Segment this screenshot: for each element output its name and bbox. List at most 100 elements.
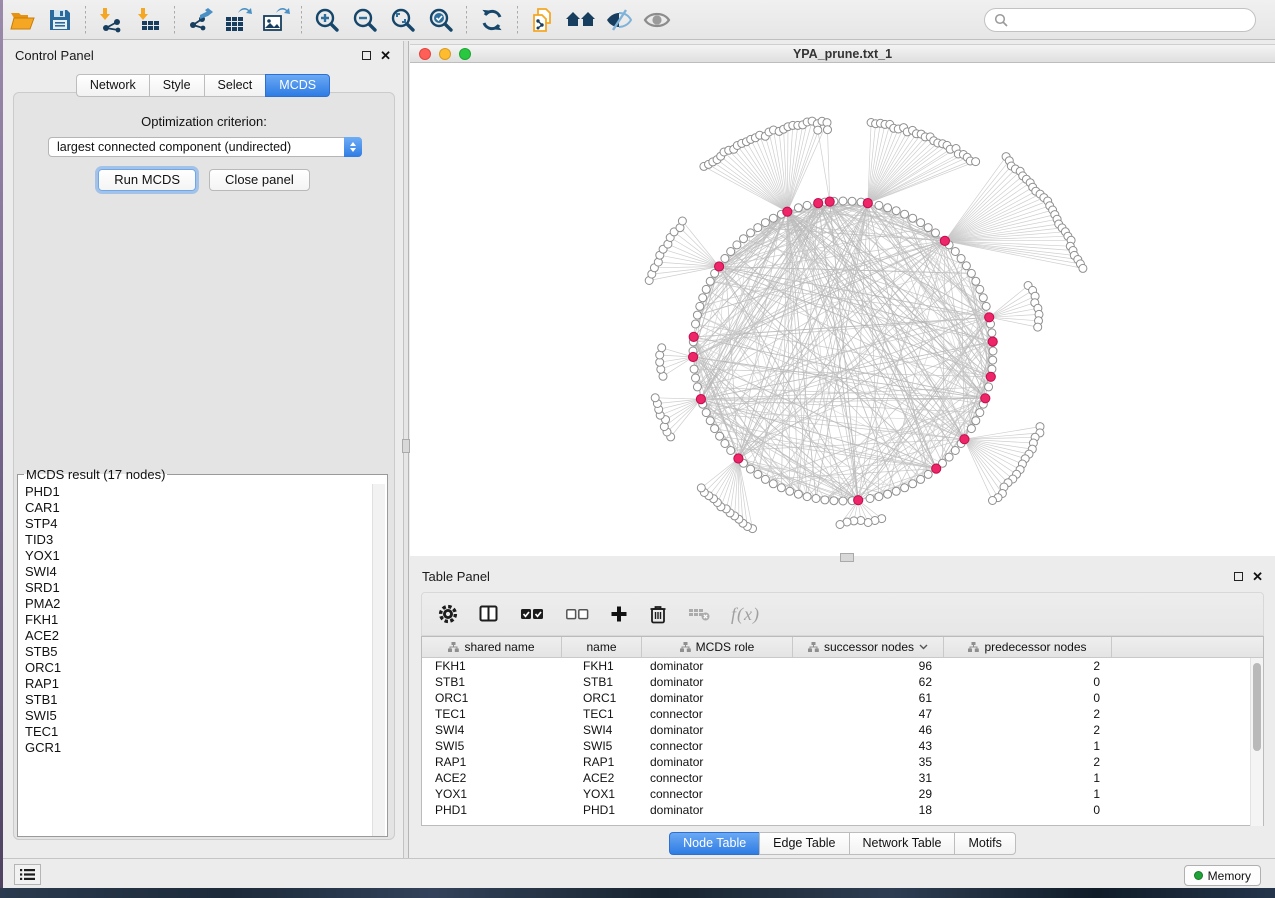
- task-history-button[interactable]: [14, 864, 41, 885]
- tab-edge-table[interactable]: Edge Table: [759, 832, 848, 855]
- table-cell[interactable]: 61: [793, 691, 944, 705]
- memory-button[interactable]: Memory: [1184, 865, 1261, 886]
- table-cell[interactable]: connector: [642, 771, 793, 785]
- vertical-splitter-handle[interactable]: [402, 439, 410, 453]
- import-network-icon[interactable]: [92, 4, 130, 36]
- result-node-item[interactable]: GCR1: [25, 740, 387, 756]
- vertical-splitter[interactable]: [403, 41, 409, 858]
- show-columns-icon[interactable]: [479, 605, 499, 623]
- table-cell[interactable]: dominator: [642, 803, 793, 817]
- table-cell[interactable]: 0: [944, 803, 1112, 817]
- table-cell[interactable]: ACE2: [422, 771, 562, 785]
- table-cell[interactable]: 1: [944, 739, 1112, 753]
- select-all-columns-icon[interactable]: [520, 608, 544, 620]
- add-column-icon[interactable]: [610, 605, 628, 623]
- table-cell[interactable]: 18: [793, 803, 944, 817]
- horizontal-splitter[interactable]: [410, 556, 1275, 563]
- first-neighbors-icon[interactable]: [562, 4, 600, 36]
- table-row[interactable]: FKH1FKH1dominator962: [422, 658, 1263, 674]
- table-cell[interactable]: ORC1: [422, 691, 562, 705]
- table-scrollbar[interactable]: [1250, 658, 1263, 826]
- column-header-shared-name[interactable]: shared name: [422, 637, 562, 657]
- table-scrollbar-thumb[interactable]: [1253, 663, 1261, 751]
- tab-node-table[interactable]: Node Table: [669, 832, 759, 855]
- table-cell[interactable]: PHD1: [422, 803, 562, 817]
- close-panel-icon[interactable]: ✕: [380, 51, 391, 60]
- table-cell[interactable]: 2: [944, 723, 1112, 737]
- settings-gear-icon[interactable]: [438, 604, 458, 624]
- table-row[interactable]: RAP1RAP1dominator352: [422, 754, 1263, 770]
- table-cell[interactable]: 1: [944, 787, 1112, 801]
- table-cell[interactable]: 35: [793, 755, 944, 769]
- network-graph[interactable]: [410, 63, 1275, 556]
- table-cell[interactable]: RAP1: [422, 755, 562, 769]
- table-cell[interactable]: YOX1: [562, 787, 642, 801]
- float-panel-icon[interactable]: [362, 51, 371, 60]
- result-node-item[interactable]: YOX1: [25, 548, 387, 564]
- clone-network-icon[interactable]: [524, 4, 562, 36]
- network-window-titlebar[interactable]: YPA_prune.txt_1: [410, 44, 1275, 63]
- search-input[interactable]: [1008, 13, 1255, 27]
- table-cell[interactable]: 2: [944, 659, 1112, 673]
- table-row[interactable]: STB1STB1dominator620: [422, 674, 1263, 690]
- refresh-layout-icon[interactable]: [473, 4, 511, 36]
- zoom-out-icon[interactable]: [346, 4, 384, 36]
- result-node-item[interactable]: TID3: [25, 532, 387, 548]
- table-row[interactable]: PHD1PHD1dominator180: [422, 802, 1263, 818]
- open-file-icon[interactable]: [3, 4, 41, 36]
- table-cell[interactable]: 0: [944, 675, 1112, 689]
- result-node-item[interactable]: ACE2: [25, 628, 387, 644]
- table-row[interactable]: SWI5SWI5connector431: [422, 738, 1263, 754]
- result-node-item[interactable]: TEC1: [25, 724, 387, 740]
- table-cell[interactable]: dominator: [642, 755, 793, 769]
- table-cell[interactable]: ORC1: [562, 691, 642, 705]
- table-cell[interactable]: dominator: [642, 675, 793, 689]
- table-cell[interactable]: 46: [793, 723, 944, 737]
- result-node-item[interactable]: STB1: [25, 692, 387, 708]
- result-node-item[interactable]: PMA2: [25, 596, 387, 612]
- table-cell[interactable]: dominator: [642, 723, 793, 737]
- close-panel-button[interactable]: Close panel: [209, 169, 310, 191]
- result-node-item[interactable]: SRD1: [25, 580, 387, 596]
- criterion-dropdown[interactable]: largest connected component (undirected): [48, 137, 362, 157]
- table-row[interactable]: YOX1YOX1connector291: [422, 786, 1263, 802]
- table-cell[interactable]: STB1: [562, 675, 642, 689]
- result-node-item[interactable]: CAR1: [25, 500, 387, 516]
- column-header-MCDS-role[interactable]: MCDS role: [642, 637, 793, 657]
- table-cell[interactable]: SWI4: [422, 723, 562, 737]
- column-header-name[interactable]: name: [562, 637, 642, 657]
- tab-network[interactable]: Network: [76, 74, 149, 97]
- table-cell[interactable]: SWI4: [562, 723, 642, 737]
- export-table-icon[interactable]: [219, 4, 257, 36]
- delete-columns-icon[interactable]: [649, 604, 667, 624]
- table-row[interactable]: ACE2ACE2connector311: [422, 770, 1263, 786]
- close-table-panel-icon[interactable]: ✕: [1252, 572, 1263, 581]
- table-cell[interactable]: 0: [944, 691, 1112, 705]
- table-cell[interactable]: 43: [793, 739, 944, 753]
- result-node-item[interactable]: PHD1: [25, 484, 387, 500]
- table-row[interactable]: TEC1TEC1connector472: [422, 706, 1263, 722]
- result-node-item[interactable]: STB5: [25, 644, 387, 660]
- table-cell[interactable]: 2: [944, 755, 1112, 769]
- table-cell[interactable]: dominator: [642, 691, 793, 705]
- table-cell[interactable]: dominator: [642, 659, 793, 673]
- export-image-icon[interactable]: [257, 4, 295, 36]
- mcds-result-list[interactable]: PHD1CAR1STP4TID3YOX1SWI4SRD1PMA2FKH1ACE2…: [18, 482, 387, 836]
- run-mcds-button[interactable]: Run MCDS: [98, 169, 196, 191]
- table-cell[interactable]: TEC1: [422, 707, 562, 721]
- tab-motifs[interactable]: Motifs: [954, 832, 1015, 855]
- tab-network-table[interactable]: Network Table: [849, 832, 955, 855]
- table-cell[interactable]: ACE2: [562, 771, 642, 785]
- table-cell[interactable]: RAP1: [562, 755, 642, 769]
- search-box[interactable]: [984, 8, 1256, 32]
- zoom-in-icon[interactable]: [308, 4, 346, 36]
- table-cell[interactable]: 29: [793, 787, 944, 801]
- show-all-icon[interactable]: [638, 4, 676, 36]
- table-cell[interactable]: 2: [944, 707, 1112, 721]
- table-cell[interactable]: 47: [793, 707, 944, 721]
- hide-selected-icon[interactable]: [600, 4, 638, 36]
- zoom-fit-icon[interactable]: [384, 4, 422, 36]
- result-list-scrollbar[interactable]: [372, 484, 385, 836]
- result-node-item[interactable]: ORC1: [25, 660, 387, 676]
- column-header-predecessor-nodes[interactable]: predecessor nodes: [944, 637, 1112, 657]
